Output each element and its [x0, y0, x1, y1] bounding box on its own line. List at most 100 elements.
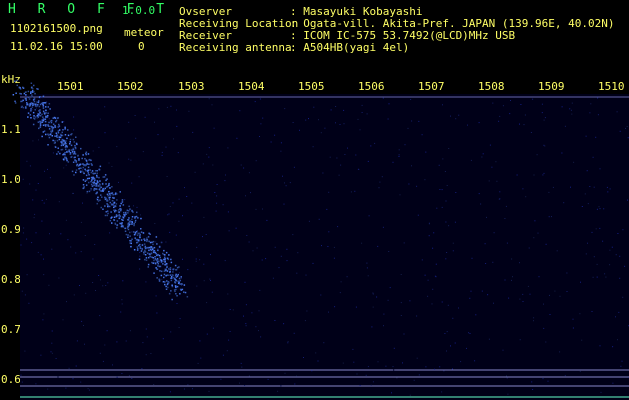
echo-dot — [99, 199, 101, 201]
noise-dot — [308, 118, 309, 120]
echo-dot — [31, 102, 34, 105]
echo-dot — [106, 203, 108, 205]
echo-dot — [122, 204, 125, 206]
noise-dot — [214, 192, 216, 193]
noise-dot — [35, 383, 37, 385]
echo-dot — [120, 209, 122, 211]
noise-dot — [441, 391, 443, 393]
noise-dot — [106, 330, 108, 332]
noise-dot — [367, 366, 369, 368]
echo-dot — [133, 224, 135, 227]
noise-dot — [33, 217, 35, 219]
echo-dot — [65, 148, 67, 151]
noise-dot — [600, 391, 602, 393]
noise-dot — [192, 131, 194, 133]
echo-dot — [131, 238, 133, 240]
echo-dot — [31, 96, 33, 98]
noise-dot — [626, 126, 628, 127]
echo-dot — [158, 265, 161, 268]
noise-dot — [22, 178, 24, 180]
echo-dot — [170, 279, 173, 282]
echo-dot — [162, 281, 165, 283]
echo-dot — [54, 135, 56, 137]
echo-dot — [22, 106, 25, 109]
noise-dot — [244, 281, 246, 283]
noise-dot — [72, 378, 74, 380]
noise-dot — [367, 275, 369, 277]
noise-dot — [141, 248, 143, 250]
noise-dot — [274, 320, 276, 321]
echo-dot — [165, 285, 167, 288]
echo-dot — [52, 123, 55, 125]
echo-dot — [85, 184, 88, 186]
noise-dot — [591, 311, 593, 312]
noise-dot — [326, 208, 328, 210]
noise-dot — [620, 365, 622, 367]
echo-dot — [32, 99, 35, 101]
noise-dot — [65, 164, 67, 166]
echo-dot — [183, 291, 185, 293]
noise-dot — [538, 276, 540, 278]
echo-dot — [101, 196, 103, 198]
noise-dot — [599, 168, 601, 170]
noise-dot — [24, 350, 26, 352]
noise-dot — [609, 264, 611, 266]
echo-dot — [42, 105, 45, 107]
noise-dot — [248, 241, 250, 243]
echo-dot — [82, 184, 85, 186]
echo-dot — [54, 146, 57, 148]
noise-dot — [554, 290, 556, 292]
noise-dot — [524, 114, 526, 116]
noise-dot — [60, 233, 62, 235]
echo-dot — [25, 94, 27, 96]
echo-dot — [97, 181, 99, 183]
noise-dot — [487, 294, 489, 296]
noise-dot — [34, 213, 36, 215]
echo-dot — [56, 117, 59, 119]
noise-dot — [293, 166, 295, 168]
noise-dot — [533, 174, 535, 176]
noise-dot — [444, 333, 446, 334]
noise-dot — [225, 174, 226, 176]
noise-dot — [450, 115, 451, 117]
noise-dot — [260, 123, 262, 125]
noise-dot — [343, 109, 345, 111]
echo-dot — [85, 153, 87, 156]
noise-dot — [382, 226, 384, 228]
noise-dot — [354, 190, 356, 192]
echo-dot — [90, 163, 93, 165]
echo-dot — [88, 174, 90, 176]
noise-dot — [480, 203, 482, 205]
file-datetime: 11.02.16 15:00 — [10, 40, 103, 53]
echo-dot — [14, 100, 16, 103]
noise-dot — [400, 274, 402, 275]
noise-dot — [370, 384, 372, 386]
echo-dot — [158, 280, 161, 282]
noise-dot — [403, 333, 405, 335]
echo-dot — [179, 279, 181, 282]
echo-dot — [136, 249, 139, 251]
noise-dot — [278, 267, 280, 269]
noise-dot — [184, 388, 185, 390]
echo-dot — [164, 254, 166, 256]
noise-dot — [228, 339, 230, 341]
echo-dot — [114, 223, 117, 225]
noise-dot — [522, 188, 524, 190]
noise-dot — [617, 233, 619, 234]
noise-dot — [433, 232, 435, 234]
noise-dot — [393, 369, 395, 371]
echo-dot — [136, 246, 139, 248]
noise-dot — [58, 201, 60, 203]
echo-dot — [113, 216, 116, 218]
noise-dot — [421, 259, 423, 261]
noise-dot — [162, 338, 164, 340]
noise-dot — [469, 297, 471, 299]
noise-dot — [196, 246, 198, 248]
echo-dot — [162, 260, 164, 263]
echo-dot — [85, 179, 87, 181]
noise-dot — [26, 160, 28, 162]
noise-dot — [80, 381, 82, 383]
noise-dot — [245, 304, 247, 306]
noise-dot — [47, 388, 49, 390]
noise-dot — [372, 381, 374, 383]
